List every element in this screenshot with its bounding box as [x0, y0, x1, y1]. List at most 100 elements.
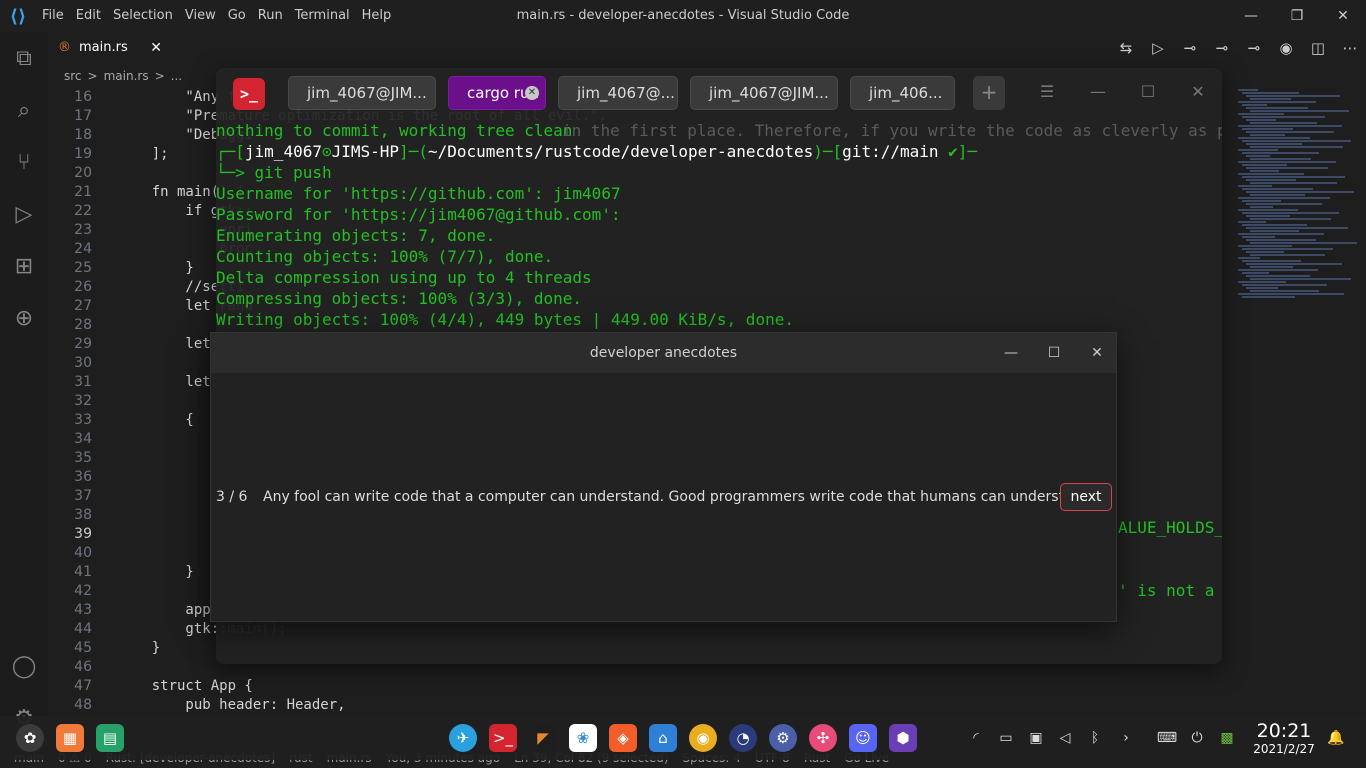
- anecdote-quote: Any fool can write code that a computer …: [263, 489, 1095, 505]
- git-commit-icon[interactable]: ⊸: [1174, 39, 1206, 57]
- close-icon[interactable]: ✕: [1320, 0, 1366, 32]
- app-grid-icon[interactable]: ▦: [56, 724, 84, 752]
- line-number: 21: [74, 184, 92, 200]
- notifications-bell-icon[interactable]: 🔔: [1325, 727, 1347, 749]
- line-number: 20: [74, 165, 92, 181]
- remote-icon[interactable]: ⊕: [0, 292, 48, 344]
- multitask-view-icon[interactable]: ▤: [96, 724, 124, 752]
- line-number: 45: [74, 640, 92, 656]
- breadcrumb-src[interactable]: src: [64, 69, 82, 83]
- minimap[interactable]: [1238, 88, 1366, 388]
- prompt-path: ~/Documents/rustcode/developer-anecdotes: [427, 142, 814, 161]
- volume-icon[interactable]: ◁: [1054, 727, 1076, 749]
- terminal-tab[interactable]: jim_406...: [850, 76, 955, 110]
- app-manager-icon[interactable]: ✣: [809, 724, 837, 752]
- terminal-tab[interactable]: jim_4067@...: [558, 76, 678, 110]
- system-tray-app-icon[interactable]: ▩: [1216, 727, 1238, 749]
- line-number: 43: [74, 602, 92, 618]
- tab-close-icon[interactable]: ✕: [150, 40, 162, 56]
- terminal-command: └─> git push: [216, 163, 332, 182]
- prompt-git-branch: git://main: [842, 142, 939, 161]
- dialog-close-icon[interactable]: ✕: [1077, 333, 1117, 373]
- source-control-icon[interactable]: ⑂: [0, 136, 48, 188]
- git-blame-icon[interactable]: ◉: [1270, 39, 1302, 57]
- restore-icon[interactable]: ❐: [1274, 0, 1320, 32]
- hamburger-menu-icon[interactable]: ☰: [1034, 82, 1060, 101]
- menu-edit[interactable]: Edit: [70, 0, 107, 32]
- line-number: 42: [74, 583, 92, 599]
- menu-terminal[interactable]: Terminal: [289, 0, 356, 32]
- breadcrumb-file[interactable]: main.rs: [104, 69, 149, 83]
- breadcrumb-symbol[interactable]: ...: [171, 69, 182, 83]
- split-editor-icon[interactable]: ◫: [1302, 39, 1334, 57]
- background-ghost-text: in the first place. Therefore, if you wr…: [562, 121, 1222, 140]
- system-monitor-icon[interactable]: ◔: [729, 724, 757, 752]
- explorer-icon[interactable]: ⧉: [0, 32, 48, 84]
- terminal-tab[interactable]: jim_4067@JIM...: [288, 76, 436, 110]
- wifi-icon[interactable]: ◜: [965, 727, 987, 749]
- anecdotes-dialog: developer anecdotes — ☐ ✕ 3 / 6 Any fool…: [210, 332, 1117, 622]
- compare-icon[interactable]: ⇆: [1110, 39, 1142, 57]
- code-line[interactable]: 48 pub header: Header,: [48, 696, 1238, 715]
- terminal-tab-close-icon[interactable]: ✕: [525, 86, 539, 100]
- account-icon[interactable]: ◯: [0, 640, 48, 692]
- next-button[interactable]: next: [1060, 483, 1112, 511]
- store-icon[interactable]: ⌂: [649, 724, 677, 752]
- settings-icon[interactable]: ⚙: [769, 724, 797, 752]
- clock[interactable]: 20:21 2021/2/27: [1252, 720, 1316, 756]
- launcher-icon[interactable]: ✿: [16, 724, 44, 752]
- terminal-close-icon[interactable]: ✕: [1185, 82, 1211, 101]
- menu-help[interactable]: Help: [356, 0, 398, 32]
- menu-selection[interactable]: Selection: [107, 0, 179, 32]
- bluetooth-icon[interactable]: ᛒ: [1084, 727, 1106, 749]
- git-previous-icon[interactable]: ⊸: [1206, 39, 1238, 57]
- dialog-maximize-icon[interactable]: ☐: [1034, 333, 1074, 373]
- podman-icon[interactable]: ⬢: [889, 724, 917, 752]
- extensions-icon[interactable]: ⊞: [0, 240, 48, 292]
- tab-main-rs[interactable]: ® main.rs ✕: [48, 32, 168, 64]
- title-bar: ⟨⟩ File Edit Selection View Go Run Termi…: [0, 0, 1366, 32]
- power-icon[interactable]: ⏻: [1186, 727, 1208, 749]
- terminal-app-icon[interactable]: >_: [489, 724, 517, 752]
- clipboard-icon[interactable]: ▭: [995, 727, 1017, 749]
- terminal-app-icon: >_: [233, 78, 265, 110]
- more-actions-icon[interactable]: ⋯: [1334, 39, 1366, 57]
- sublime-icon[interactable]: ◤: [529, 724, 557, 752]
- keyboard-icon[interactable]: ⌨: [1156, 727, 1178, 749]
- line-number: 46: [74, 659, 92, 675]
- menu-run[interactable]: Run: [252, 0, 289, 32]
- dialog-body: 3 / 6 Any fool can write code that a com…: [211, 373, 1116, 621]
- run-debug-icon[interactable]: ▷: [0, 188, 48, 240]
- line-number: 38: [74, 507, 92, 523]
- minimize-icon[interactable]: —: [1228, 0, 1274, 32]
- terminal-tab[interactable]: jim_4067@JIM...: [690, 76, 838, 110]
- terminal-line-text: Compressing objects: 100% (3/3), done.: [216, 289, 583, 308]
- dialog-minimize-icon[interactable]: —: [991, 333, 1031, 373]
- editor-tabs: ® main.rs ✕ ⇆ ▷ ⊸ ⊸ ⊸ ◉ ◫ ⋯: [48, 32, 1366, 64]
- menu-view[interactable]: View: [179, 0, 222, 32]
- menu-file[interactable]: File: [36, 0, 70, 32]
- battery-icon[interactable]: ▣: [1025, 727, 1047, 749]
- telegram-icon[interactable]: ✈: [449, 724, 477, 752]
- code-text: struct App {: [118, 678, 253, 694]
- terminal-tab-active[interactable]: cargo run ✕: [448, 76, 546, 110]
- terminal-line-text: ' is not a: [1118, 581, 1215, 600]
- terminal-minimize-icon[interactable]: —: [1085, 82, 1111, 101]
- line-number: 47: [74, 678, 92, 694]
- menu-go[interactable]: Go: [222, 0, 252, 32]
- code-line[interactable]: 47 struct App {: [48, 677, 1238, 696]
- expand-tray-icon[interactable]: ›: [1115, 727, 1137, 749]
- terminal-line-text: Delta compression using up to 4 threads: [216, 268, 592, 287]
- brave-browser-icon[interactable]: ◈: [609, 724, 637, 752]
- terminal-line-text: git push: [254, 163, 332, 182]
- run-icon[interactable]: ▷: [1142, 39, 1174, 57]
- git-next-icon[interactable]: ⊸: [1238, 39, 1270, 57]
- software-center-icon[interactable]: ❀: [569, 724, 597, 752]
- terminal-maximize-icon[interactable]: ☐: [1135, 82, 1161, 101]
- discord-icon[interactable]: ☺: [849, 724, 877, 752]
- line-number: 19: [74, 146, 92, 162]
- chrome-icon[interactable]: ◉: [689, 724, 717, 752]
- search-icon[interactable]: ⌕: [0, 84, 48, 136]
- new-tab-plus-icon[interactable]: +: [973, 76, 1005, 110]
- code-text: }: [118, 260, 194, 276]
